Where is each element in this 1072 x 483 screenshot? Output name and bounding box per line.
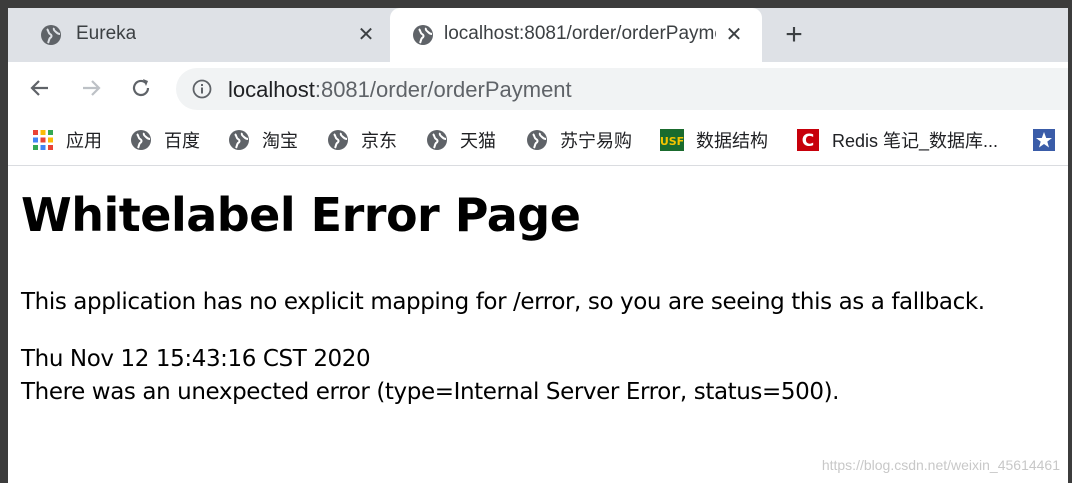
bookmark-label: 淘宝 — [262, 131, 298, 151]
bookmark-overflow[interactable] — [1033, 128, 1055, 152]
globe-icon — [427, 130, 447, 150]
toolbar: localhost:8081/order/orderPayment — [8, 62, 1068, 114]
globe-icon — [41, 25, 61, 45]
tab-title: localhost:8081/order/orderPayment — [444, 23, 716, 44]
tab-title: Eureka — [76, 23, 137, 44]
bookmark-label: 应用 — [66, 131, 102, 151]
star-badge-icon — [1033, 129, 1055, 151]
globe-icon — [413, 25, 433, 45]
globe-icon — [527, 130, 547, 150]
bookmark-label: 数据结构 — [696, 131, 768, 151]
error-detail: There was an unexpected error (type=Inte… — [21, 379, 840, 405]
bookmark-tmall[interactable]: 天猫 — [426, 128, 496, 152]
back-button[interactable] — [26, 74, 54, 102]
apps-grid-icon — [33, 130, 53, 150]
bookmark-apps[interactable]: 应用 — [32, 128, 102, 152]
page-title: Whitelabel Error Page — [21, 188, 581, 242]
bookmark-label: 百度 — [164, 131, 200, 151]
tab-eureka[interactable]: Eureka ✕ — [8, 8, 390, 62]
url-host: localhost — [228, 77, 315, 102]
bookmark-taobao[interactable]: 淘宝 — [228, 128, 298, 152]
close-tab-icon[interactable]: ✕ — [356, 25, 376, 45]
bookmark-label: Redis 笔记_数据库... — [832, 131, 999, 151]
csdn-c-icon: C — [797, 129, 819, 151]
usf-logo-icon: USF — [660, 129, 684, 151]
new-tab-button[interactable]: + — [780, 20, 808, 50]
error-timestamp: Thu Nov 12 15:43:16 CST 2020 — [21, 346, 371, 372]
url-text: localhost:8081/order/orderPayment — [228, 77, 572, 103]
bookmark-suning[interactable]: 苏宁易购 — [526, 128, 632, 152]
bookmarks-bar: 应用 百度 淘宝 京东 天猫 苏宁易购 USF 数据结构 C Redis 笔记_… — [8, 114, 1068, 166]
globe-icon — [131, 130, 151, 150]
url-path: :8081/order/orderPayment — [314, 77, 572, 102]
watermark: https://blog.csdn.net/weixin_45614461 — [821, 457, 1060, 473]
reload-button[interactable] — [127, 74, 155, 102]
svg-text:USF: USF — [660, 135, 684, 148]
globe-icon — [328, 130, 348, 150]
bookmark-baidu[interactable]: 百度 — [130, 128, 200, 152]
bookmark-label: 天猫 — [460, 131, 496, 151]
bookmark-jd[interactable]: 京东 — [327, 128, 397, 152]
bookmark-label: 苏宁易购 — [560, 131, 632, 151]
browser-window: Eureka ✕ localhost:8081/order/orderPayme… — [8, 8, 1068, 483]
error-message: This application has no explicit mapping… — [21, 289, 985, 315]
info-icon[interactable] — [192, 79, 212, 99]
arrow-right-icon — [83, 80, 101, 96]
forward-button[interactable] — [77, 74, 105, 102]
bookmark-redis-notes[interactable]: C Redis 笔记_数据库... — [796, 128, 998, 152]
reload-icon — [132, 79, 150, 97]
svg-text:C: C — [802, 131, 814, 151]
close-tab-icon[interactable]: ✕ — [724, 25, 744, 45]
bookmark-data-structures[interactable]: USF 数据结构 — [660, 128, 768, 152]
tab-order-payment[interactable]: localhost:8081/order/orderPayment ✕ — [390, 8, 762, 62]
arrow-left-icon — [30, 80, 48, 96]
bookmark-label: 京东 — [361, 131, 397, 151]
tab-strip: Eureka ✕ localhost:8081/order/orderPayme… — [8, 8, 1068, 62]
globe-icon — [229, 130, 249, 150]
address-bar[interactable]: localhost:8081/order/orderPayment — [176, 68, 1068, 110]
